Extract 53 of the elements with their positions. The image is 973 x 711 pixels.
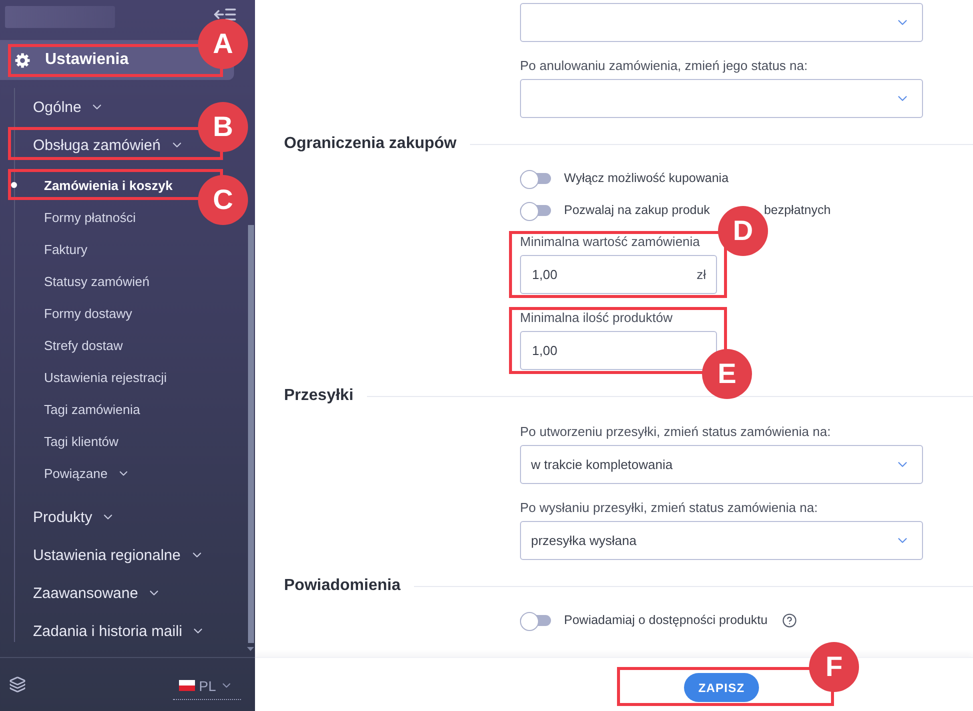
nav-link[interactable]: Tagi zamówienia: [44, 402, 140, 416]
nav-link[interactable]: Strefy dostaw: [44, 338, 123, 352]
bullet-icon: [11, 182, 17, 188]
number-input[interactable]: 1,00: [520, 331, 717, 370]
toggle-label: bezpłatnych: [764, 203, 831, 217]
scroll-down-icon[interactable]: [247, 647, 254, 651]
toggle-switch[interactable]: [520, 612, 551, 628]
field-label: Minimalna wartość zamówienia: [520, 234, 701, 250]
status-select[interactable]: [520, 3, 923, 42]
gear-icon: [15, 52, 30, 68]
field-label: Minimalna ilość produktów: [520, 310, 674, 326]
flag-icon: [178, 680, 195, 691]
field-label: Po anulowaniu zamówienia, zmień jego status na:: [520, 58, 809, 74]
nav-group-item[interactable]: Obsługa zamówień: [33, 136, 184, 154]
help-icon[interactable]: [782, 612, 797, 628]
language-selector[interactable]: PL: [172, 678, 241, 700]
callout-marker: A: [198, 19, 248, 69]
toggle-switch[interactable]: [520, 202, 551, 218]
toggle-switch[interactable]: [520, 170, 551, 186]
callout-marker: B: [198, 102, 248, 152]
nav-group-item[interactable]: Ogólne: [33, 98, 104, 116]
collapse-sidebar-icon[interactable]: [214, 8, 236, 21]
section-heading: Powiadomienia: [284, 576, 400, 596]
nav-group-item[interactable]: Zadania i historia maili: [33, 622, 206, 640]
nav-link[interactable]: Faktury: [44, 242, 88, 256]
nav-group-item[interactable]: Produkty: [33, 508, 116, 526]
callout-marker: F: [809, 642, 859, 692]
nav-link[interactable]: Zamówienia i koszyk: [11, 178, 173, 192]
status-select[interactable]: przesyłka wysłana: [520, 521, 923, 560]
toggle-label: Powiadamiaj o dostępności produktu: [564, 613, 768, 627]
status-select[interactable]: [520, 79, 923, 118]
nav-link[interactable]: Powiązane: [44, 466, 130, 480]
nav-group-item[interactable]: Zaawansowane: [33, 584, 162, 602]
section-heading: Przesyłki: [284, 386, 354, 406]
layers-icon[interactable]: [9, 676, 26, 693]
number-input[interactable]: 1,00 zł: [520, 255, 717, 294]
nav-link[interactable]: Tagi klientów: [44, 434, 118, 448]
section-heading: Ograniczenia zakupów: [284, 134, 456, 154]
nav-link[interactable]: Formy dostawy: [44, 306, 132, 320]
nav-link[interactable]: Formy płatności: [44, 210, 136, 224]
nav-link[interactable]: Statusy zamówień: [44, 274, 150, 288]
currency-unit: zł: [696, 267, 706, 282]
save-button[interactable]: ZAPISZ: [684, 673, 759, 702]
field-label: Po wysłaniu przesyłki, zmień status zamówienia na:: [520, 500, 819, 516]
toggle-label: Wyłącz możliwość kupowania: [564, 171, 729, 185]
nav-link[interactable]: Ustawienia rejestracji: [44, 370, 167, 384]
scrollbar-thumb[interactable]: [248, 225, 254, 643]
status-select[interactable]: w trakcie kompletowania: [520, 445, 923, 484]
callout-marker: C: [198, 175, 248, 225]
field-label: Po utworzeniu przesyłki, zmień status zamówienia na:: [520, 424, 832, 440]
callout-marker: E: [702, 349, 752, 399]
nav-group-item[interactable]: Ustawienia regionalne: [33, 546, 204, 564]
toggle-label: Pozwalaj na zakup produk: [564, 203, 710, 217]
